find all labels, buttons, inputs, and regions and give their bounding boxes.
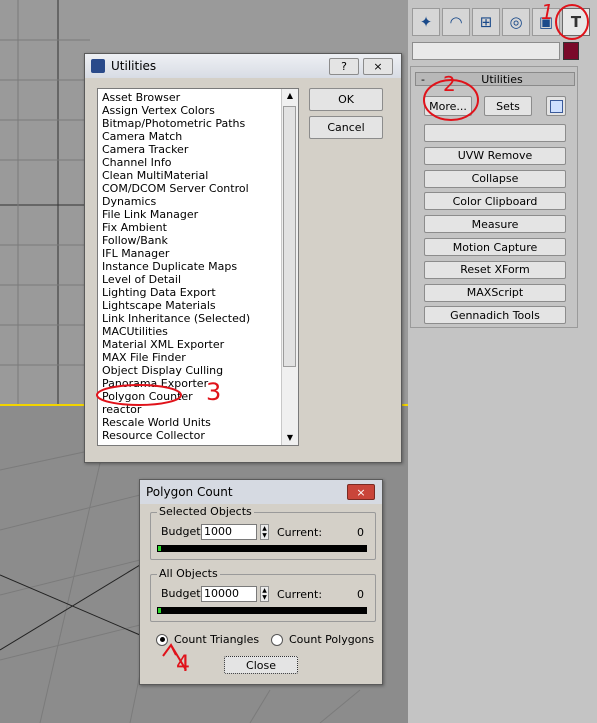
annotation-circle-polygon-counter [96,384,182,406]
annotation-overlay [96,4,589,671]
annotation-2: 2 [443,72,456,96]
annotation-1: 1 [541,0,554,24]
annotation-circle-utilities-tab [555,4,589,40]
annotation-3: 3 [206,378,222,406]
annotation-4: 4 [176,652,190,677]
